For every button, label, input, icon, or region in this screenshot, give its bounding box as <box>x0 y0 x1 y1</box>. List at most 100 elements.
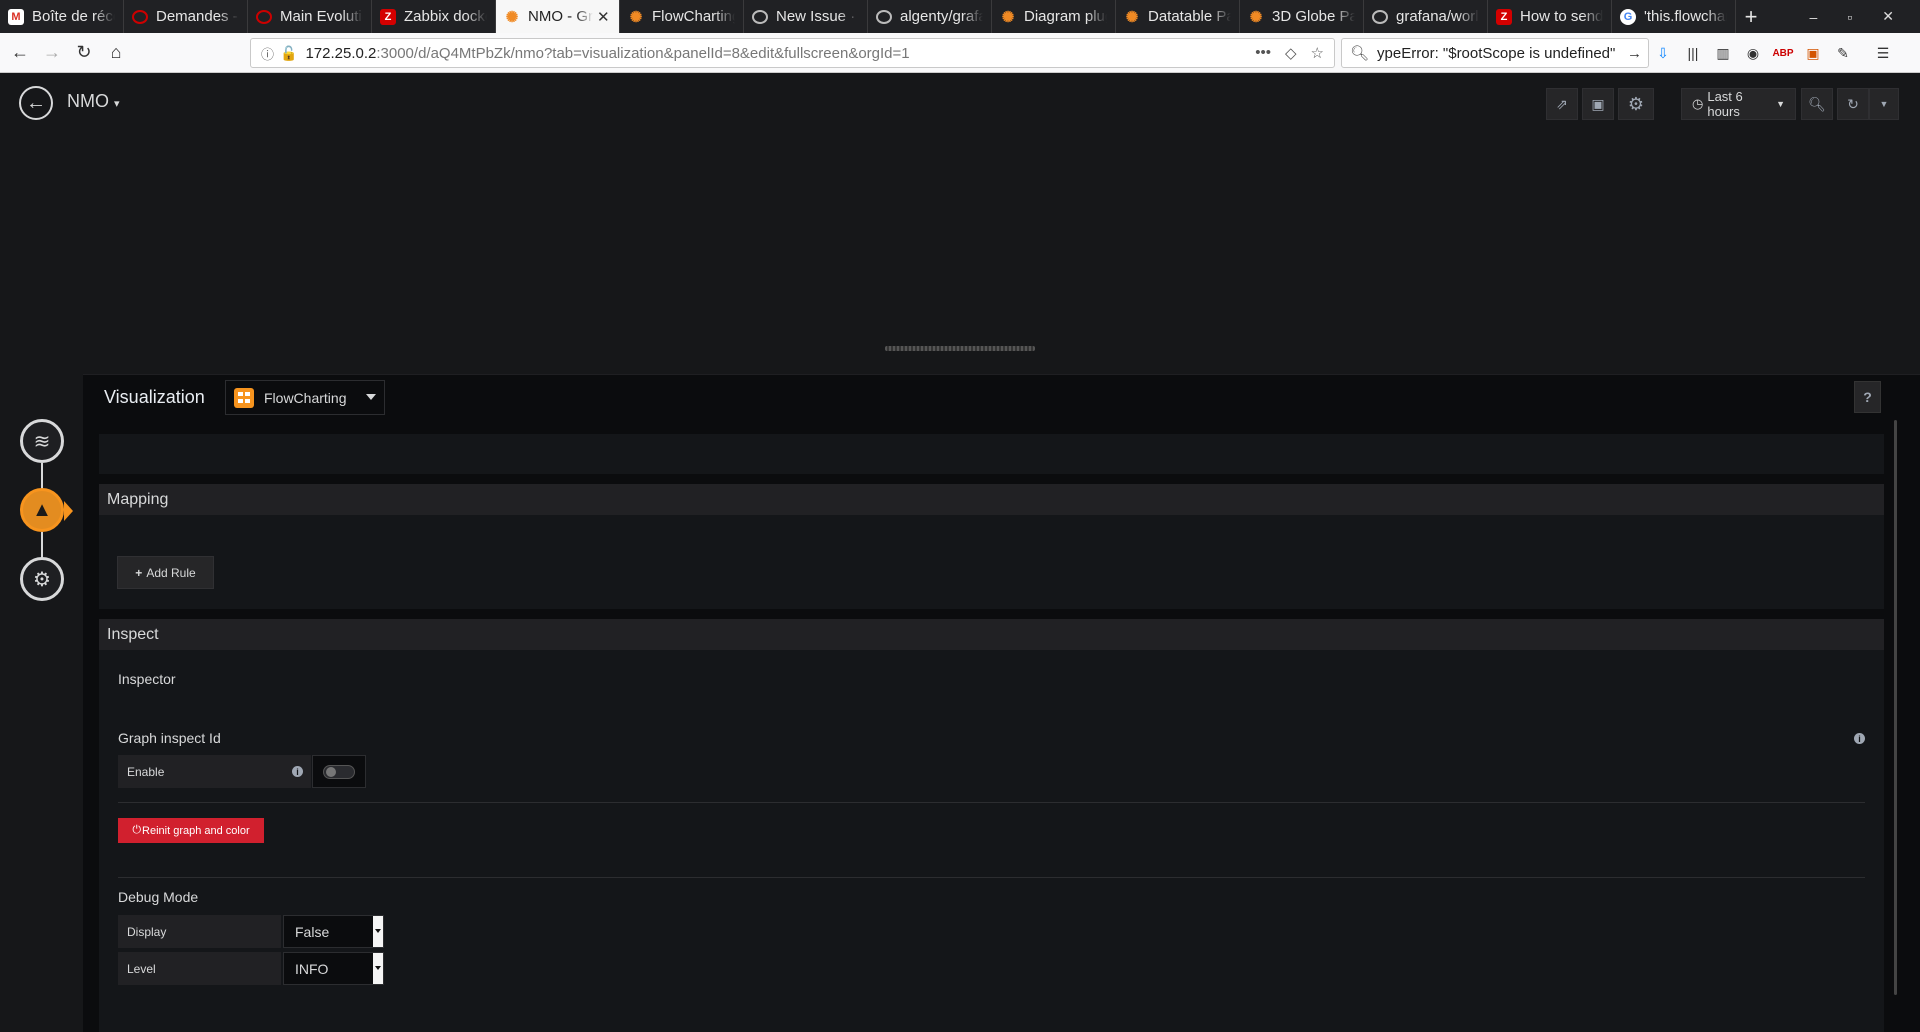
google-icon: G <box>1620 8 1636 25</box>
reload-icon[interactable]: ↻ <box>68 38 100 68</box>
forward-arrow-icon[interactable]: → <box>36 38 68 68</box>
browser-tab[interactable]: ✺ FlowCharting <box>620 0 744 33</box>
caret-down-icon <box>366 394 376 400</box>
caret-down-icon: ▾ <box>114 98 120 110</box>
time-range: Last 6 hours <box>1707 89 1743 119</box>
reinit-graph-button[interactable]: ⏻ Reinit graph and color <box>118 818 264 843</box>
browser-tab[interactable]: G 'this.flowchart' <box>1612 0 1736 33</box>
tab-title: New Issue · <box>776 8 856 25</box>
browser-tab[interactable]: M Boîte de réception <box>0 0 124 33</box>
back-arrow-icon[interactable]: ← <box>4 38 36 68</box>
zabbix-icon: Z <box>1496 8 1512 25</box>
rail-connector <box>41 532 43 560</box>
browser-tab[interactable]: ✺ Datatable Panel <box>1116 0 1240 33</box>
browser-tab[interactable]: algenty/grafana <box>868 0 992 33</box>
gear-icon: ⚙ <box>1627 93 1645 114</box>
visualization-tab-icon[interactable]: ▲ <box>20 488 64 532</box>
tab-title: 3D Globe Panel <box>1272 8 1355 25</box>
info-icon[interactable]: ⓘ <box>261 44 274 63</box>
browser-toolbar: ⇩ ||| ▥ ◉ ABP ▣ ✎ ☰ <box>1654 38 1892 68</box>
settings-button[interactable]: ⚙ <box>1618 88 1654 120</box>
inspect-header[interactable]: Inspect <box>99 619 1884 650</box>
browser-tab[interactable]: Main Evolution <box>248 0 372 33</box>
home-icon[interactable]: ⌂ <box>100 38 132 68</box>
toggle-knob[interactable] <box>323 764 355 779</box>
url-path: :3000/d/aQ4MtPbZk/nmo?tab=visualization&… <box>376 44 910 62</box>
insecure-lock-icon: 🔓 <box>280 44 298 61</box>
bookmark-star-icon[interactable]: ☆ <box>1311 44 1324 62</box>
inspect-section: Inspect Inspector Graph inspect Id i Ena… <box>99 619 1884 1032</box>
github-icon <box>876 9 892 24</box>
dropdown-arrow-icon <box>373 916 383 947</box>
close-tab-icon[interactable]: ✕ <box>597 8 611 26</box>
save-button[interactable]: ▣ <box>1582 88 1614 120</box>
time-picker[interactable]: ◷ Last 6 hours ▼ <box>1681 88 1796 120</box>
dashboard-title[interactable]: NMO ▾ <box>67 91 120 112</box>
queries-tab-icon[interactable]: ≋ <box>20 419 64 463</box>
restore-icon[interactable]: ▫ <box>1847 9 1852 25</box>
extension-icon[interactable]: ▣ <box>1804 44 1822 62</box>
help-button[interactable]: ? <box>1854 381 1881 413</box>
plugin-name: FlowCharting <box>264 389 347 406</box>
tab-title: Diagram plugin <box>1024 8 1107 25</box>
browser-tab[interactable]: Demandes - <box>124 0 248 33</box>
account-icon[interactable]: ◉ <box>1744 44 1762 62</box>
browser-tab[interactable]: ✺ NMO - Grafana✕ <box>496 0 620 33</box>
level-select[interactable]: INFO <box>283 952 384 985</box>
back-to-dashboard-button[interactable]: ← <box>19 86 53 120</box>
level-value: INFO <box>295 960 329 977</box>
library-icon[interactable]: ||| <box>1684 44 1702 62</box>
plus-icon: + <box>135 565 143 580</box>
zoom-out-button[interactable]: 🔍︎ <box>1801 88 1833 120</box>
new-tab-button[interactable]: + <box>1736 0 1766 33</box>
mapping-header[interactable]: Mapping <box>99 484 1884 515</box>
tab-title: How to send <box>1520 8 1603 25</box>
search-icon: 🔍︎ <box>1350 45 1370 62</box>
browser-tab-bar: M Boîte de réception Demandes - Main Evolut… <box>0 0 1920 33</box>
dashboard-title-text: NMO <box>67 91 109 111</box>
browser-tab[interactable]: Z How to send <box>1488 0 1612 33</box>
search-input[interactable]: 🔍︎ ypeError: "$rootScope is undefined" → <box>1341 38 1649 68</box>
zabbix-icon: Z <box>380 8 396 25</box>
info-icon[interactable]: i <box>292 766 303 777</box>
browser-tab[interactable]: grafana/worldmap <box>1364 0 1488 33</box>
add-rule-label: Add Rule <box>146 565 196 580</box>
visualization-picker[interactable]: FlowCharting <box>225 380 385 415</box>
tab-title: algenty/grafana <box>900 8 983 25</box>
refresh-button[interactable]: ↻ <box>1837 88 1869 120</box>
options-section-empty <box>99 434 1884 474</box>
url-bar[interactable]: ⓘ 🔓 172.25.0.2 :3000/d/aQ4MtPbZk/nmo?tab… <box>250 38 1335 68</box>
menu-icon[interactable]: ☰ <box>1874 44 1892 62</box>
display-select[interactable]: False <box>283 915 384 948</box>
download-icon[interactable]: ⇩ <box>1654 44 1672 62</box>
extension-icon-2[interactable]: ✎ <box>1834 44 1852 62</box>
visualization-heading: Visualization <box>104 387 205 407</box>
grafana-header: ← NMO ▾ ⇗ ▣ ⚙ ◷ Last 6 hours ▼ 🔍︎ ↻ ▼ <box>0 73 1920 133</box>
enable-switch[interactable] <box>312 755 366 788</box>
level-label: Level <box>118 952 281 985</box>
minimize-icon[interactable]: – <box>1810 9 1818 25</box>
grafana-icon: ✺ <box>505 8 519 26</box>
close-window-icon[interactable]: ✕ <box>1882 8 1894 25</box>
go-arrow-icon[interactable]: → <box>1621 45 1648 62</box>
enable-label-box: Enable i <box>118 755 311 788</box>
power-icon: ⏻ <box>132 824 142 836</box>
editor-scrollbar[interactable] <box>1894 420 1897 995</box>
browser-tab[interactable]: New Issue · <box>744 0 868 33</box>
pocket-icon[interactable]: ◇ <box>1285 44 1297 62</box>
info-icon[interactable]: i <box>1854 733 1865 744</box>
browser-tab[interactable]: ✺ 3D Globe Panel <box>1240 0 1364 33</box>
browser-tab[interactable]: Z Zabbix docker <box>372 0 496 33</box>
add-rule-button[interactable]: + Add Rule <box>117 556 214 589</box>
adblock-icon[interactable]: ABP <box>1772 44 1793 62</box>
panel-resize-handle[interactable] <box>885 346 1035 351</box>
page-actions-icon[interactable]: ••• <box>1255 44 1271 62</box>
url-host: 172.25.0.2 <box>305 44 377 62</box>
general-settings-tab-icon[interactable]: ⚙ <box>20 557 64 601</box>
refresh-interval-button[interactable]: ▼ <box>1869 88 1899 120</box>
sidebar-icon[interactable]: ▥ <box>1714 44 1732 62</box>
browser-tab[interactable]: ✺ Diagram plugin <box>992 0 1116 33</box>
grafana-icon: ✺ <box>629 8 643 26</box>
zoom-out-icon: 🔍︎ <box>1808 95 1826 112</box>
share-button[interactable]: ⇗ <box>1546 88 1578 120</box>
